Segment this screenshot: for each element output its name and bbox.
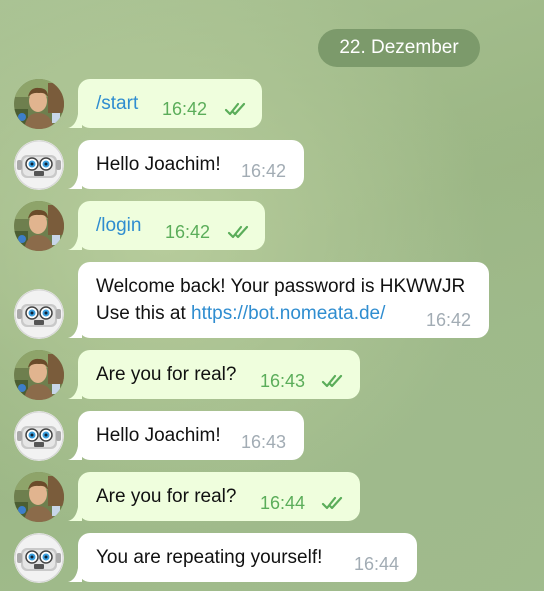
date-separator: 22. Dezember [318, 29, 480, 67]
message-text: Hello Joachim! [96, 425, 221, 446]
bot-avatar[interactable] [14, 533, 64, 583]
user-avatar-icon [14, 350, 64, 400]
robot-icon [14, 533, 64, 583]
message-text-line: Use this at https://bot.nomeata.de/ [96, 303, 385, 325]
message-time: 16:44 [260, 493, 306, 513]
user-avatar[interactable] [14, 472, 64, 522]
message-text-line: Welcome back! Your password is HKWWJR [96, 276, 466, 297]
double-check-icon [321, 495, 349, 511]
url-link[interactable]: https://bot.nomeata.de/ [191, 303, 385, 324]
double-check-icon [227, 224, 255, 240]
user-avatar[interactable] [14, 201, 64, 251]
message-time: 16:42 [162, 99, 208, 119]
message-bubble-outgoing[interactable]: Are you for real? 16:44 [78, 472, 360, 521]
message-bubble-outgoing[interactable]: Are you for real? 16:43 [78, 350, 360, 399]
message-time: 16:43 [260, 371, 306, 391]
user-avatar-icon [14, 472, 64, 522]
message-time: 16:43 [241, 432, 287, 452]
bot-avatar[interactable] [14, 140, 64, 190]
double-check-icon [224, 101, 252, 117]
user-avatar-icon [14, 79, 64, 129]
robot-icon [14, 411, 64, 461]
message-text-prefix: Use this at [96, 303, 192, 324]
message-time: 16:42 [241, 161, 287, 181]
message-text: Are you for real? [96, 486, 237, 507]
message-bubble-incoming[interactable]: Welcome back! Your password is HKWWJR Us… [78, 262, 489, 338]
double-check-icon [321, 373, 349, 389]
user-avatar[interactable] [14, 350, 64, 400]
message-bubble-incoming[interactable]: You are repeating yourself! 16:44 [78, 533, 417, 582]
message-text: You are repeating yourself! [96, 547, 323, 568]
message-time: 16:42 [165, 222, 211, 242]
robot-icon [14, 140, 64, 190]
bot-avatar[interactable] [14, 411, 64, 461]
robot-icon [14, 289, 64, 339]
message-bubble-outgoing[interactable]: /start 16:42 [78, 79, 262, 128]
bot-command-link[interactable]: /login [96, 215, 141, 237]
message-text: Hello Joachim! [96, 154, 221, 175]
message-time: 16:42 [426, 310, 472, 330]
message-time: 16:44 [354, 554, 400, 574]
user-avatar-icon [14, 201, 64, 251]
user-avatar[interactable] [14, 79, 64, 129]
message-text: Are you for real? [96, 364, 237, 385]
bot-command-link[interactable]: /start [96, 93, 138, 115]
message-bubble-incoming[interactable]: Hello Joachim! 16:42 [78, 140, 304, 189]
bot-avatar[interactable] [14, 289, 64, 339]
message-bubble-incoming[interactable]: Hello Joachim! 16:43 [78, 411, 304, 460]
message-bubble-outgoing[interactable]: /login 16:42 [78, 201, 265, 250]
